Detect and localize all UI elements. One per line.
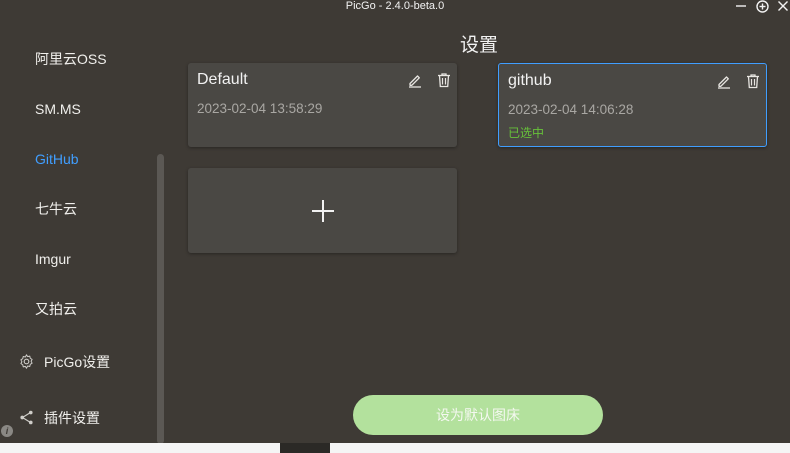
sidebar-item-smms[interactable]: SM.MS bbox=[35, 100, 81, 118]
edit-button[interactable] bbox=[716, 73, 732, 94]
set-default-button[interactable]: 设为默认图床 bbox=[353, 395, 603, 435]
config-name: Default bbox=[197, 71, 248, 88]
sidebar-item-upyun[interactable]: 又拍云 bbox=[35, 300, 77, 318]
sidebar-item-picgo-settings[interactable]: PicGo设置 bbox=[18, 353, 110, 371]
sidebar-menu-label: PicGo设置 bbox=[44, 354, 111, 370]
minimize-button[interactable] bbox=[733, 0, 749, 13]
info-icon[interactable]: i bbox=[1, 425, 13, 437]
close-icon bbox=[778, 1, 788, 11]
sidebar-item-github[interactable]: GitHub bbox=[35, 150, 79, 168]
gear-icon bbox=[20, 354, 33, 369]
maximize-button[interactable] bbox=[754, 0, 770, 13]
sidebar: 阿里云OSS SM.MS GitHub 七牛云 Imgur 又拍云 PicGo设… bbox=[0, 14, 170, 453]
minimize-icon bbox=[736, 5, 746, 7]
expand-icon bbox=[755, 0, 769, 13]
sidebar-item-qiniu[interactable]: 七牛云 bbox=[35, 200, 77, 218]
edit-button[interactable] bbox=[407, 72, 423, 93]
desktop-strip bbox=[0, 443, 790, 453]
sidebar-menu-label: 插件设置 bbox=[44, 410, 100, 426]
trash-icon bbox=[438, 73, 450, 88]
share-icon bbox=[20, 410, 33, 425]
config-date: 2023-02-04 14:06:28 bbox=[508, 102, 634, 117]
sidebar-item-plugin-settings[interactable]: 插件设置 bbox=[18, 409, 100, 427]
config-date: 2023-02-04 13:58:29 bbox=[197, 101, 323, 116]
config-card-default[interactable]: Default 2023-02-04 13:58:29 bbox=[188, 63, 457, 147]
edit-icon bbox=[408, 75, 421, 88]
delete-button[interactable] bbox=[436, 72, 452, 93]
page-title: 设置 bbox=[459, 35, 498, 56]
sidebar-scrollbar[interactable] bbox=[157, 154, 164, 444]
sidebar-item-imgur[interactable]: Imgur bbox=[35, 250, 71, 268]
app-title: PicGo - 2.4.0-beta.0 bbox=[345, 0, 445, 12]
plus-icon bbox=[311, 199, 334, 222]
config-name: github bbox=[508, 72, 552, 89]
trash-icon bbox=[747, 74, 759, 89]
add-config-button[interactable] bbox=[188, 168, 457, 253]
close-button[interactable] bbox=[775, 0, 790, 13]
card-actions bbox=[398, 72, 452, 93]
edit-icon bbox=[717, 76, 730, 89]
config-card-github[interactable]: github 2023-02-04 14:06:28 已选中 bbox=[498, 63, 767, 147]
selected-status: 已选中 bbox=[508, 126, 545, 140]
delete-button[interactable] bbox=[745, 73, 761, 94]
title-bar: PicGo - 2.4.0-beta.0 bbox=[0, 0, 790, 14]
card-actions bbox=[707, 73, 761, 94]
